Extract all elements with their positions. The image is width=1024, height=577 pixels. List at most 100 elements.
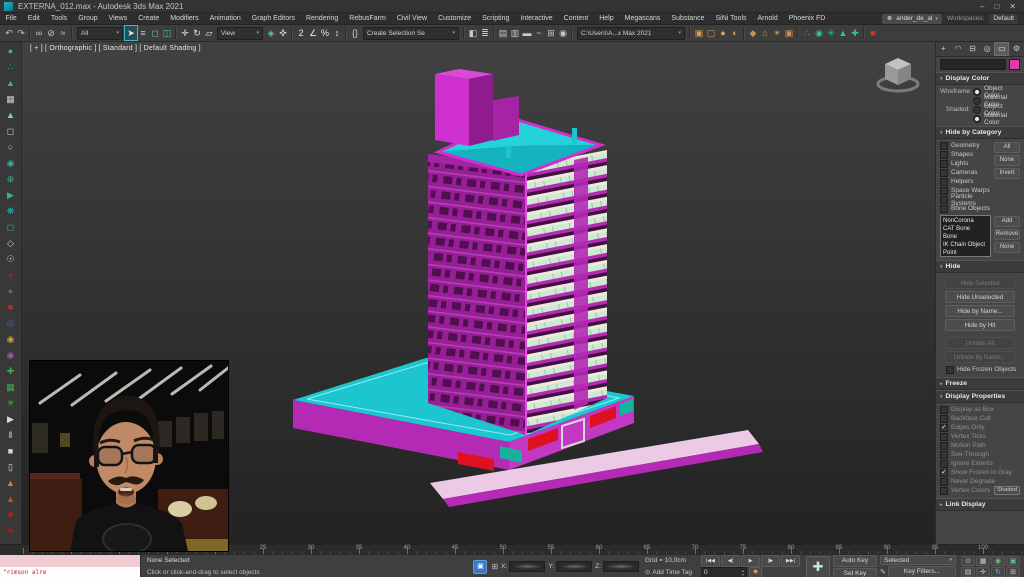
user-account-button[interactable]: ☻ ander_de_al ▾ bbox=[882, 14, 942, 24]
blue-ring-icon[interactable]: ◎ bbox=[0, 315, 21, 331]
menu-item[interactable]: Megascans bbox=[619, 15, 666, 22]
create-tab[interactable]: + bbox=[937, 43, 950, 55]
select-by-name-icon[interactable]: ≡ bbox=[137, 26, 149, 40]
scene-explorer-icon[interactable]: ▤ bbox=[497, 26, 509, 40]
display-property-row[interactable]: Vertex Colors Shaded bbox=[940, 486, 1020, 495]
checkbox[interactable] bbox=[940, 415, 948, 423]
macro-recorder-pane[interactable] bbox=[0, 555, 140, 567]
red-square-icon[interactable]: ■ bbox=[0, 299, 21, 315]
display-property-row[interactable]: Display as Box bbox=[940, 405, 1020, 414]
rooftop-core[interactable] bbox=[435, 69, 519, 146]
play-button[interactable]: ▶ bbox=[741, 555, 760, 567]
flame2-icon[interactable]: ▲ bbox=[0, 491, 21, 507]
checkbox[interactable] bbox=[940, 406, 948, 414]
angle-snap-icon[interactable]: ∠ bbox=[307, 26, 319, 40]
hide-frozen-row[interactable]: Hide Frozen Objects bbox=[946, 365, 1020, 374]
undo-icon[interactable]: ↶ bbox=[3, 26, 15, 40]
checkbox[interactable] bbox=[940, 478, 948, 486]
category-row[interactable]: Lights bbox=[940, 159, 991, 168]
capsule-icon[interactable]: ◻ bbox=[0, 123, 21, 139]
listener-pane[interactable]: "rimson alre bbox=[0, 567, 140, 577]
bulb-icon[interactable]: ☉ bbox=[0, 251, 21, 267]
category-row[interactable]: Bone Objects bbox=[940, 204, 991, 213]
cart-icon[interactable]: ▣ bbox=[783, 26, 795, 40]
spinner-arrows[interactable]: ▴▾ bbox=[742, 569, 744, 577]
sphere-box-icon[interactable]: ◉ bbox=[0, 155, 21, 171]
align-icon[interactable]: ≣ bbox=[479, 26, 491, 40]
checkbox[interactable] bbox=[940, 142, 948, 150]
fov-button[interactable]: ▤ bbox=[961, 567, 975, 577]
hierarchy-tab[interactable]: ⊟ bbox=[966, 43, 979, 55]
percent-snap-icon[interactable]: % bbox=[319, 26, 331, 40]
yellow-ball-icon[interactable]: ◉ bbox=[0, 331, 21, 347]
pan-button[interactable]: ✛ bbox=[976, 567, 990, 577]
hide-action-button[interactable]: Hide Selected bbox=[945, 277, 1015, 289]
square-icon[interactable]: ◻ bbox=[0, 219, 21, 235]
display-property-row[interactable]: Never Degrade bbox=[940, 477, 1020, 486]
selection-filter-dropdown[interactable]: All▾ bbox=[77, 27, 123, 40]
menu-item[interactable]: Arnold bbox=[752, 15, 783, 22]
sini-dot-icon[interactable]: ● bbox=[0, 43, 21, 59]
sini-forensic-icon[interactable]: ◉ bbox=[813, 26, 825, 40]
target-icon[interactable]: ⊕ bbox=[0, 171, 21, 187]
asset-library-icon[interactable]: ✶ bbox=[771, 26, 783, 40]
radio-button[interactable] bbox=[973, 97, 981, 105]
checkbox[interactable] bbox=[940, 442, 948, 450]
slate-blob-icon[interactable]: ● bbox=[0, 283, 21, 299]
rollout-freeze[interactable]: ▸ Freeze bbox=[936, 377, 1024, 390]
modify-tab[interactable]: ◠ bbox=[951, 43, 964, 55]
checkbox[interactable] bbox=[940, 424, 948, 432]
checkbox[interactable] bbox=[940, 460, 948, 468]
object-name-field[interactable] bbox=[940, 59, 1006, 70]
green-cross-icon[interactable]: ✚ bbox=[0, 363, 21, 379]
unlink-selection-icon[interactable]: ⊘ bbox=[45, 26, 57, 40]
hide-action-button[interactable]: Hide by Hit bbox=[945, 319, 1015, 331]
workspace-dropdown[interactable]: Default bbox=[989, 14, 1018, 24]
zoom-extents-button[interactable]: ◉ bbox=[991, 556, 1005, 566]
rollout-link-display[interactable]: ▸ Link Display bbox=[936, 498, 1024, 511]
checkbox[interactable] bbox=[940, 196, 948, 204]
category-row[interactable]: Helpers bbox=[940, 177, 991, 186]
hide-action-button[interactable]: Unhide All bbox=[945, 337, 1015, 349]
checkbox[interactable] bbox=[940, 451, 948, 459]
radio-button[interactable] bbox=[973, 115, 981, 123]
rollout-hide[interactable]: ▾ Hide bbox=[936, 260, 1024, 273]
stop-icon[interactable]: ■ bbox=[0, 443, 21, 459]
coordinate-input[interactable] bbox=[603, 561, 639, 572]
checkbox[interactable] bbox=[940, 205, 948, 213]
proxy-icon[interactable]: ▦ bbox=[0, 91, 21, 107]
menu-item[interactable]: Interactive bbox=[515, 15, 558, 22]
menu-item[interactable]: Phoenix FD bbox=[783, 15, 831, 22]
hide-action-button[interactable]: Unhide by Name... bbox=[945, 351, 1015, 363]
category-row[interactable]: Particle Systems bbox=[940, 195, 991, 204]
select-and-link-icon[interactable]: ∞ bbox=[33, 26, 45, 40]
list-item[interactable]: CAT Bone bbox=[943, 225, 988, 233]
maximize-button[interactable]: □ bbox=[994, 2, 999, 11]
snaps-toggle-icon[interactable]: 2 bbox=[295, 26, 307, 40]
use-center-icon[interactable]: ◈ bbox=[265, 26, 277, 40]
phoenix-icon[interactable]: ■ bbox=[867, 26, 879, 40]
select-and-manipulate-icon[interactable]: ✜ bbox=[277, 26, 289, 40]
coordinate-field[interactable]: X: bbox=[501, 561, 545, 572]
object-color-swatch[interactable] bbox=[1009, 59, 1020, 70]
menu-item[interactable]: File bbox=[0, 15, 22, 22]
curve-editor-icon[interactable]: ~ bbox=[533, 26, 545, 40]
purple-ball-icon[interactable]: ◉ bbox=[0, 347, 21, 363]
rollout-display-color[interactable]: ▾ Display Color bbox=[936, 72, 1024, 85]
redo-icon[interactable]: ↷ bbox=[15, 26, 27, 40]
green-grid-icon[interactable]: ▦ bbox=[0, 379, 21, 395]
display-property-row[interactable]: Vertex Ticks bbox=[940, 432, 1020, 441]
layer-explorer-icon[interactable]: ▥ bbox=[509, 26, 521, 40]
menu-item[interactable]: Help bbox=[594, 15, 619, 22]
rollout-display-properties[interactable]: ▾ Display Properties bbox=[936, 390, 1024, 403]
hide-action-button[interactable]: Hide by Name... bbox=[945, 305, 1015, 317]
menu-item[interactable]: Modifiers bbox=[165, 15, 204, 22]
named-selection-sets-icon[interactable]: {} bbox=[349, 26, 361, 40]
set-keys-button[interactable]: ✚ bbox=[806, 556, 830, 577]
menu-item[interactable]: Substance bbox=[666, 15, 710, 22]
splat-icon[interactable]: ✳ bbox=[0, 507, 21, 523]
hide-action-button[interactable]: Hide Unselected bbox=[945, 291, 1015, 303]
scatter-icon[interactable]: ∴ bbox=[0, 59, 21, 75]
render-production-icon[interactable]: ● bbox=[717, 26, 729, 40]
shaded-button[interactable]: Shaded bbox=[994, 486, 1020, 495]
